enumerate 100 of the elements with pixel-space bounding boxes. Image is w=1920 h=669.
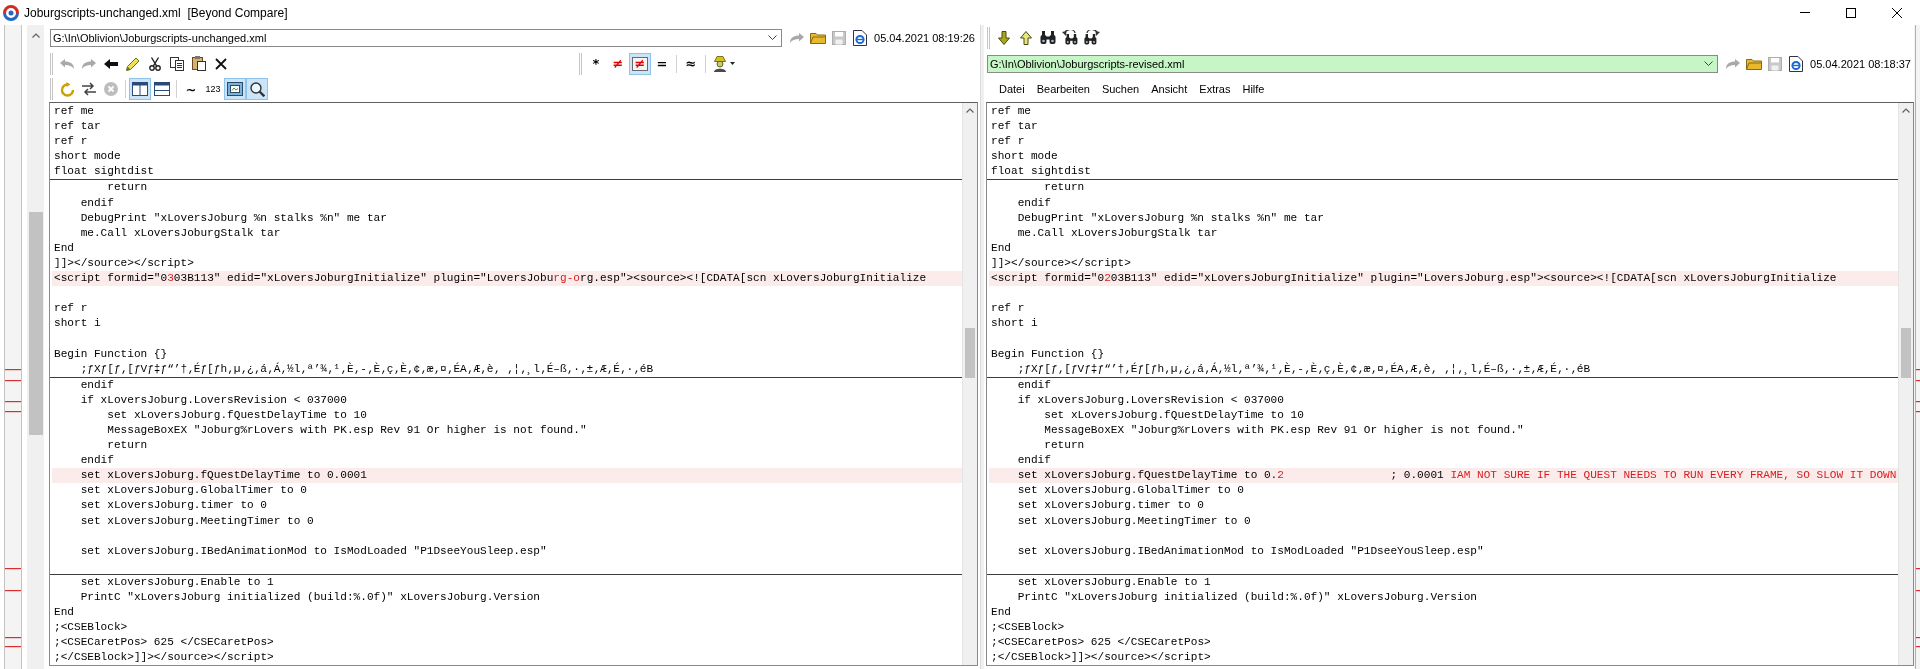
- cross-icon: [215, 57, 227, 70]
- up-arrow-icon: [1020, 30, 1032, 45]
- person-icon: [713, 55, 727, 72]
- down-arrow-icon: [998, 30, 1010, 45]
- toolbar-button[interactable]: ≠: [607, 52, 629, 75]
- code-line: me.Call xLoversJoburgStalk tar: [80, 225, 281, 241]
- scrollbar-thumb[interactable]: [28, 212, 43, 435]
- scrollbar-thumb[interactable]: [1901, 328, 1911, 378]
- menu-item[interactable]: Extras: [1193, 81, 1237, 98]
- code-line: set xLoversJoburg.Enable to 1: [80, 574, 274, 590]
- redo-icon: [789, 32, 804, 43]
- minimize-icon: [1800, 12, 1810, 13]
- toolbar-button[interactable]: 123: [202, 78, 224, 101]
- code-line: ;ƒXƒ[ƒ‚[ƒVƒ‡ƒ“’†‚Éƒ[ƒh‚µ‚¿‚á‚Á‚½l‚ª’¾‚¹‚È‚-‚È‚ç‚È‚¢‚æ‚¤‚ÉA‚Æ‚è‚ ‚¦‚¸l‚É–ß‚·‚±‚Æ‚É‚·‚éB: [80, 361, 654, 377]
- code-line: return: [107, 180, 148, 196]
- code-line: ;</CSEBlock>]]></source></script>: [991, 650, 1211, 666]
- path-combobox[interactable]: G:\In\Oblivion\Joburgscripts-unchanged.xml: [50, 28, 783, 47]
- code-line: set xLoversJoburg.timer to 0: [1017, 498, 1205, 514]
- folder-icon: [1745, 57, 1762, 70]
- maximize-icon: [1846, 7, 1856, 18]
- code-line: ref me: [991, 104, 1031, 119]
- code-line: DebugPrint "xLoversJoburg %n stalks %n" me tar: [80, 210, 387, 226]
- code-line: PrintC "xLoversJoburg initialized (build:%.0f)" xLoversJoburg.Version: [1017, 590, 1477, 605]
- vertical-scrollbar[interactable]: [962, 103, 977, 666]
- toolbar-button[interactable]: *: [585, 52, 607, 75]
- code-line: short i: [54, 316, 101, 332]
- redo-icon: [1725, 58, 1740, 69]
- code-line: endif: [80, 377, 114, 393]
- code-line: ;<CSEBlock>: [54, 620, 128, 636]
- swap-arrows-icon: [81, 82, 97, 97]
- path-combobox[interactable]: G:\In\Oblivion\Joburgscripts-revised.xml: [987, 54, 1719, 73]
- code-line: Begin Function {}: [54, 346, 168, 362]
- code-line: endif: [1017, 453, 1051, 469]
- circular-arrow-icon: [59, 81, 75, 97]
- code-line: Begin Function {}: [991, 346, 1105, 362]
- date-label: 05.04.2021 08:18:37: [1810, 57, 1911, 70]
- code-line: endif: [80, 453, 114, 469]
- code-line: ref tar: [991, 119, 1038, 135]
- document-icon: [852, 29, 867, 46]
- toolbar-button[interactable]: ≈: [680, 52, 702, 75]
- code-line: set xLoversJoburg.MeetingTimer to 0: [1017, 513, 1251, 529]
- binoculars-arrow-icon: [1062, 30, 1078, 46]
- app-logo-icon: [3, 4, 19, 21]
- toolbar-button[interactable]: ≠: [629, 52, 651, 75]
- code-line: End: [991, 605, 1011, 621]
- menu-item[interactable]: Hilfe: [1236, 81, 1271, 98]
- circle-x-icon: [104, 82, 118, 97]
- scrollbar-thumb[interactable]: [965, 328, 975, 378]
- binoculars-arrow-icon: [1084, 30, 1100, 46]
- code-line: set xLoversJoburg.IBedAnimationMod to IsModLoaded "P1DseeYouSleep.esp": [80, 543, 547, 559]
- menu-item[interactable]: Suchen: [1095, 81, 1146, 98]
- vertical-scrollbar[interactable]: [1898, 103, 1913, 666]
- menu-item[interactable]: Bearbeiten: [1030, 81, 1096, 98]
- code-line: return: [1044, 438, 1085, 454]
- code-line: ;</CSEBlock>]]></source></script>: [54, 650, 274, 666]
- code-line: ;<CSECaretPos> 625 </CSECaretPos>: [991, 635, 1211, 651]
- code-line: endif: [1017, 195, 1051, 211]
- toolbar-button[interactable]: ~: [180, 78, 202, 101]
- paste-icon: [192, 56, 206, 71]
- code-line: ref r: [991, 134, 1025, 150]
- chevron-up-icon: [31, 33, 40, 38]
- code-line: return: [1044, 180, 1085, 196]
- toolbar-button[interactable]: [224, 78, 246, 101]
- left-arrow-icon: [104, 58, 118, 69]
- code-line: ;<CSECaretPos> 625 </CSECaretPos>: [54, 635, 274, 651]
- chevron-up-icon: [1902, 108, 1910, 113]
- code-line: ref r: [54, 301, 88, 317]
- code-line: MessageBoxEX "Joburg%rLovers with PK.esp Rev 91 Or higher is not found.": [1044, 422, 1524, 438]
- magnifier-icon: [249, 81, 265, 97]
- code-line: MessageBoxEX "Joburg%rLovers with PK.esp Rev 91 Or higher is not found.": [107, 422, 587, 438]
- toolbar-button[interactable]: [129, 78, 151, 101]
- toolbar-button[interactable]: [246, 78, 268, 101]
- two-rows-icon: [154, 82, 170, 97]
- code-line: ]]></source></script>: [54, 255, 194, 271]
- code-line: short mode: [54, 149, 121, 165]
- vertical-scrollbar[interactable]: [27, 25, 44, 669]
- code-line: if xLoversJoburg.LoversRevision < 037000: [1017, 392, 1284, 408]
- toolbar-button[interactable]: =: [651, 52, 673, 75]
- code-line: set xLoversJoburg.timer to 0: [80, 498, 268, 514]
- chevron-down-icon: [1704, 61, 1714, 66]
- chevron-down-icon: [768, 35, 778, 41]
- code-line: set xLoversJoburg.GlobalTimer to 0: [80, 483, 307, 499]
- pencil-icon: [126, 56, 140, 71]
- folder-icon: [809, 31, 826, 45]
- menu-item[interactable]: Datei: [993, 81, 1031, 98]
- code-line: short i: [991, 316, 1038, 332]
- code-line: return: [107, 438, 148, 454]
- redo-icon: [82, 58, 96, 69]
- two-columns-icon: [132, 82, 148, 97]
- code-line: endif: [1017, 377, 1051, 393]
- code-line: float sightdist: [54, 164, 154, 180]
- code-line: set xLoversJoburg.Enable to 1: [1017, 574, 1211, 590]
- code-line: ;ƒXƒ[ƒ‚[ƒVƒ‡ƒ“’†‚Éƒ[ƒh‚µ‚¿‚á‚Á‚½l‚ª’¾‚¹‚È‚-‚È‚ç‚È‚¢‚æ‚¤‚ÉA‚Æ‚è‚ ‚¦‚¸l‚É–ß‚·‚±‚Æ‚É‚·‚éB: [1017, 361, 1591, 377]
- code-line: set xLoversJoburg.fQuestDelayTime to 10: [107, 407, 367, 423]
- code-line: ]]></source></script>: [991, 255, 1131, 271]
- code-line: End: [54, 605, 74, 621]
- undo-icon: [60, 58, 74, 69]
- code-line: set xLoversJoburg.GlobalTimer to 0: [1017, 483, 1244, 499]
- menu-item[interactable]: Ansicht: [1145, 81, 1194, 98]
- code-line: ref r: [991, 301, 1025, 317]
